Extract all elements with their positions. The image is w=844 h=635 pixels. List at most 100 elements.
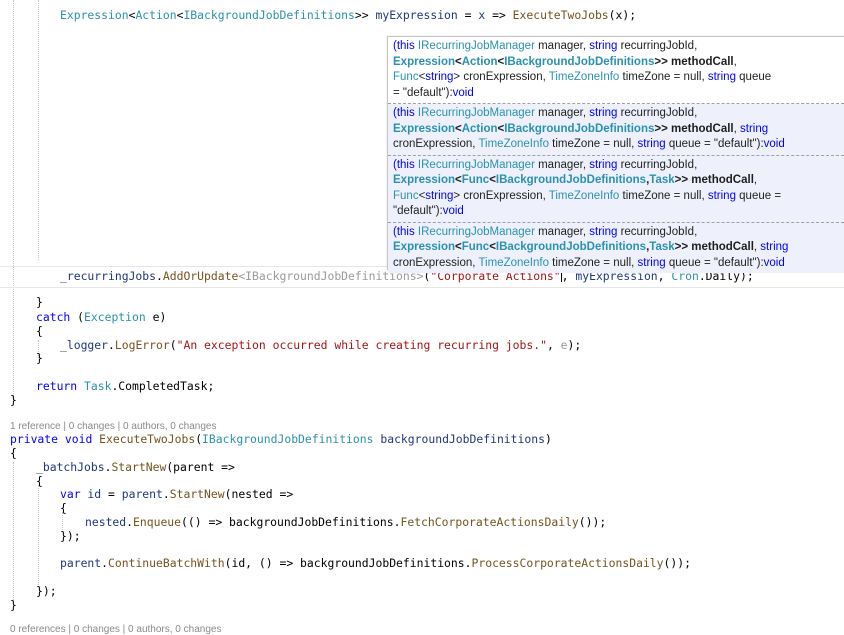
punct: .: [108, 338, 115, 352]
type: Task: [649, 174, 675, 186]
keyword: (this: [393, 107, 418, 119]
method-call: ContinueBatchWith: [108, 556, 225, 570]
param: recurringJobId,: [617, 40, 698, 52]
keyword: string: [589, 158, 618, 171]
overload-option[interactable]: (this IRecurringJobManager manager, stri…: [388, 222, 844, 273]
code-line-catch: catch (Exception e): [36, 307, 166, 327]
code-line-brace: }: [10, 595, 17, 615]
punct: =: [457, 8, 479, 22]
punct: ,: [753, 174, 758, 186]
type: Func: [393, 189, 419, 202]
code-line-enqueue: nested.Enqueue(() => backgroundJobDefini…: [85, 512, 606, 532]
punct: ,: [546, 338, 561, 352]
code-line-expression: Expression<Action<IBackgroundJobDefiniti…: [60, 5, 636, 25]
param: "default"): [393, 205, 440, 217]
type: TimeZoneInfo: [548, 71, 620, 83]
param: manager,: [534, 158, 590, 171]
overload-option[interactable]: (this IRecurringJobManager manager, stri…: [388, 104, 844, 156]
punct: e): [145, 310, 167, 324]
indent-guide: [38, 485, 39, 585]
keyword: string: [425, 71, 454, 83]
current-param: methodCall: [671, 55, 734, 68]
method-call: AddOrUpdate: [162, 269, 239, 283]
punct: ,: [733, 55, 737, 68]
keyword: (this: [393, 40, 418, 52]
punct: (: [169, 338, 177, 352]
punct: .: [101, 556, 109, 570]
method-call: StartNew: [111, 460, 167, 474]
param: timeZone = null,: [548, 256, 638, 269]
exception-type: Exception: [84, 310, 146, 324]
field: _logger: [60, 338, 109, 352]
type: IBackgroundJobDefinitions: [495, 241, 647, 253]
type: Func: [461, 241, 490, 253]
keyword: void: [58, 432, 93, 446]
param: timeZone = null,: [548, 138, 638, 150]
keyword: string: [740, 122, 769, 135]
code-line-brace: {: [60, 498, 67, 518]
indent-guide: [13, 462, 14, 602]
overload-option[interactable]: (this IRecurringJobManager manager, stri…: [388, 155, 844, 223]
type: TimeZoneInfo: [478, 256, 549, 269]
field: _batchJobs: [36, 460, 105, 474]
brace: {: [36, 324, 43, 338]
keyword: string: [637, 256, 666, 269]
type: Action: [461, 122, 498, 135]
code-line-var-id: var id = parent.StartNew(nested =>: [60, 484, 293, 504]
punct: >>: [674, 174, 692, 186]
punct: <: [455, 55, 462, 68]
expression-type: Expression: [60, 8, 129, 22]
brace: }: [10, 598, 17, 612]
codelens-info[interactable]: 0 references | 0 changes | 0 authors, 0 …: [10, 624, 221, 635]
code-line-brace: }: [10, 390, 17, 410]
type: Expression: [393, 174, 455, 186]
param: queue =: [735, 189, 782, 202]
punct: .: [162, 487, 170, 501]
type: IRecurringJobManager: [417, 158, 535, 171]
param: queue = "default"): [665, 256, 761, 269]
param: recurringJobId,: [617, 225, 698, 238]
punct: (() => backgroundJobDefinitions.: [181, 515, 401, 529]
punct: =>: [485, 8, 513, 22]
keyword: string: [637, 138, 666, 150]
type: Func: [461, 174, 490, 186]
punct: ());: [663, 556, 691, 570]
param: recurringJobId,: [617, 158, 698, 171]
punct: >>: [654, 55, 672, 68]
string-literal: "An exception occurred while creating re…: [176, 338, 547, 352]
interface-type: IBackgroundJobDefinitions: [183, 8, 355, 22]
keyword: string: [589, 225, 618, 238]
punct: (nested =>: [224, 487, 294, 501]
type: Task: [649, 241, 675, 253]
code-line-brace: {: [10, 443, 17, 463]
indent-guide: [38, 0, 39, 260]
punct: });: [60, 529, 81, 543]
param: parent: [60, 556, 102, 570]
punct: (: [70, 310, 85, 324]
method-call: FetchCorporateActionsDaily: [400, 515, 579, 529]
current-param: methodCall: [691, 174, 754, 186]
type: TimeZoneInfo: [548, 189, 620, 202]
punct: );: [567, 338, 582, 352]
punct: (id, () => backgroundJobDefinitions.: [224, 556, 472, 570]
param: nested: [85, 515, 127, 529]
param: queue = "default"): [665, 138, 761, 150]
keyword: void: [763, 256, 785, 269]
punct: <: [489, 174, 496, 186]
current-param: methodCall: [671, 122, 734, 135]
type: Action: [461, 55, 498, 68]
overload-option[interactable]: (this IRecurringJobManager manager, stri…: [388, 37, 844, 104]
brace: {: [36, 474, 43, 488]
code-line-batch-start: _batchJobs.StartNew(parent =>: [36, 457, 235, 477]
variable: myExpression: [375, 8, 458, 22]
keyword: string: [760, 241, 789, 253]
field: _recurringJobs: [60, 269, 157, 283]
code-line-close: });: [36, 581, 57, 601]
param: parent: [121, 487, 163, 501]
punct: .: [156, 269, 163, 283]
keyword: string: [707, 71, 736, 83]
variable: id: [80, 487, 102, 501]
param: queue: [735, 71, 772, 83]
type: Expression: [393, 122, 455, 135]
punct: [77, 379, 84, 393]
